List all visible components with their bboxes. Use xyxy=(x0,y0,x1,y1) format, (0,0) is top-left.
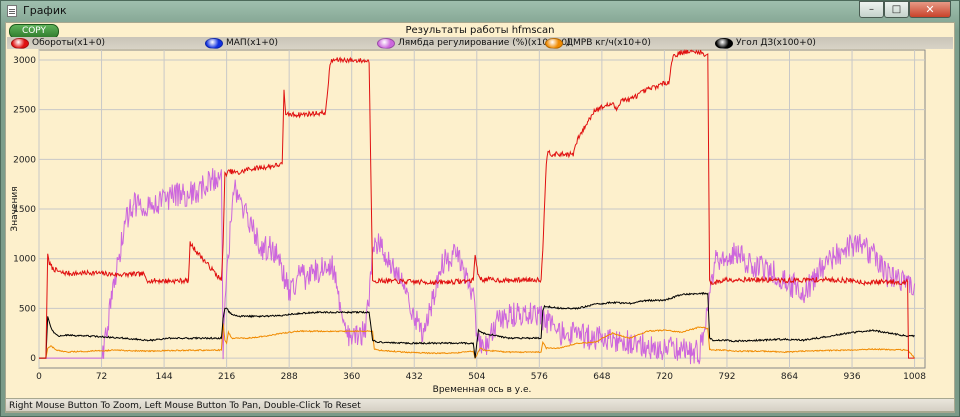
y-tick-label: 0 xyxy=(30,354,36,364)
y-tick-label: 2500 xyxy=(13,106,36,116)
legend-swatch xyxy=(205,37,223,49)
x-tick-label: 504 xyxy=(468,372,485,382)
x-tick-label: 288 xyxy=(281,372,298,382)
x-tick-label: 0 xyxy=(36,372,42,382)
legend-item: Обороты(x1+0) xyxy=(11,37,105,49)
legend-label: Обороты(x1+0) xyxy=(32,38,106,48)
maximize-button[interactable]: □ xyxy=(884,1,909,18)
chart-plot[interactable]: 0 72 144 216 288 360 432 504 576 648 720 792 864 936 1… xyxy=(6,23,954,398)
status-bar: Right Mouse Button To Zoom, Left Mouse B… xyxy=(5,398,955,412)
x-tick-label: 72 xyxy=(96,372,107,382)
x-tick-label: 720 xyxy=(656,372,673,382)
y-tick-label: 500 xyxy=(19,304,36,314)
x-tick-label: 936 xyxy=(843,372,860,382)
y-tick-label: 3000 xyxy=(13,56,36,66)
legend-swatch xyxy=(545,37,563,49)
close-button[interactable]: ✕ xyxy=(909,1,951,18)
x-tick-label: 216 xyxy=(218,372,235,382)
caption-buttons: – □ ✕ xyxy=(859,1,951,19)
x-tick-label: 576 xyxy=(531,372,548,382)
legend-label: МАП(x1+0) xyxy=(226,38,279,48)
x-tick-label: 864 xyxy=(781,372,798,382)
x-tick-label: 1008 xyxy=(903,372,926,382)
legend-item: Лямбда регулирование (%)(x100+0) xyxy=(377,37,571,49)
x-tick-label: 792 xyxy=(718,372,735,382)
app-icon xyxy=(7,5,17,17)
legend: Обороты(x1+0) МАП(x1+0) Лямбда регулирован… xyxy=(7,37,953,49)
x-tick-label: 648 xyxy=(593,372,610,382)
window: График – □ ✕ 0 72 144 216 288 360 432 504 576 648… xyxy=(0,0,960,417)
x-axis-label: Временная ось в у.е. xyxy=(433,385,532,395)
x-tick-label: 432 xyxy=(406,372,423,382)
window-title: График xyxy=(23,4,67,17)
legend-swatch xyxy=(715,37,733,49)
legend-item: Угол ДЗ(x100+0) xyxy=(715,37,816,49)
legend-item: ДМРВ кг/ч(x10+0) xyxy=(545,37,651,49)
legend-swatch xyxy=(11,37,29,49)
y-tick-label: 1000 xyxy=(13,255,36,265)
chart-title: Результаты работы hfmscan xyxy=(405,25,555,36)
legend-item: МАП(x1+0) xyxy=(205,37,278,49)
title-bar[interactable]: График – □ ✕ xyxy=(1,1,959,21)
x-tick-label: 144 xyxy=(155,372,172,382)
y-tick-label: 2000 xyxy=(13,155,36,165)
legend-swatch xyxy=(377,37,395,49)
legend-label: ДМРВ кг/ч(x10+0) xyxy=(566,38,651,48)
x-tick-label: 360 xyxy=(343,372,360,382)
y-axis-label: Значения xyxy=(10,186,20,231)
chart-panel[interactable]: 0 72 144 216 288 360 432 504 576 648 720 792 864 936 1… xyxy=(5,22,955,413)
minimize-button[interactable]: – xyxy=(859,1,884,18)
legend-label: Угол ДЗ(x100+0) xyxy=(736,38,816,48)
